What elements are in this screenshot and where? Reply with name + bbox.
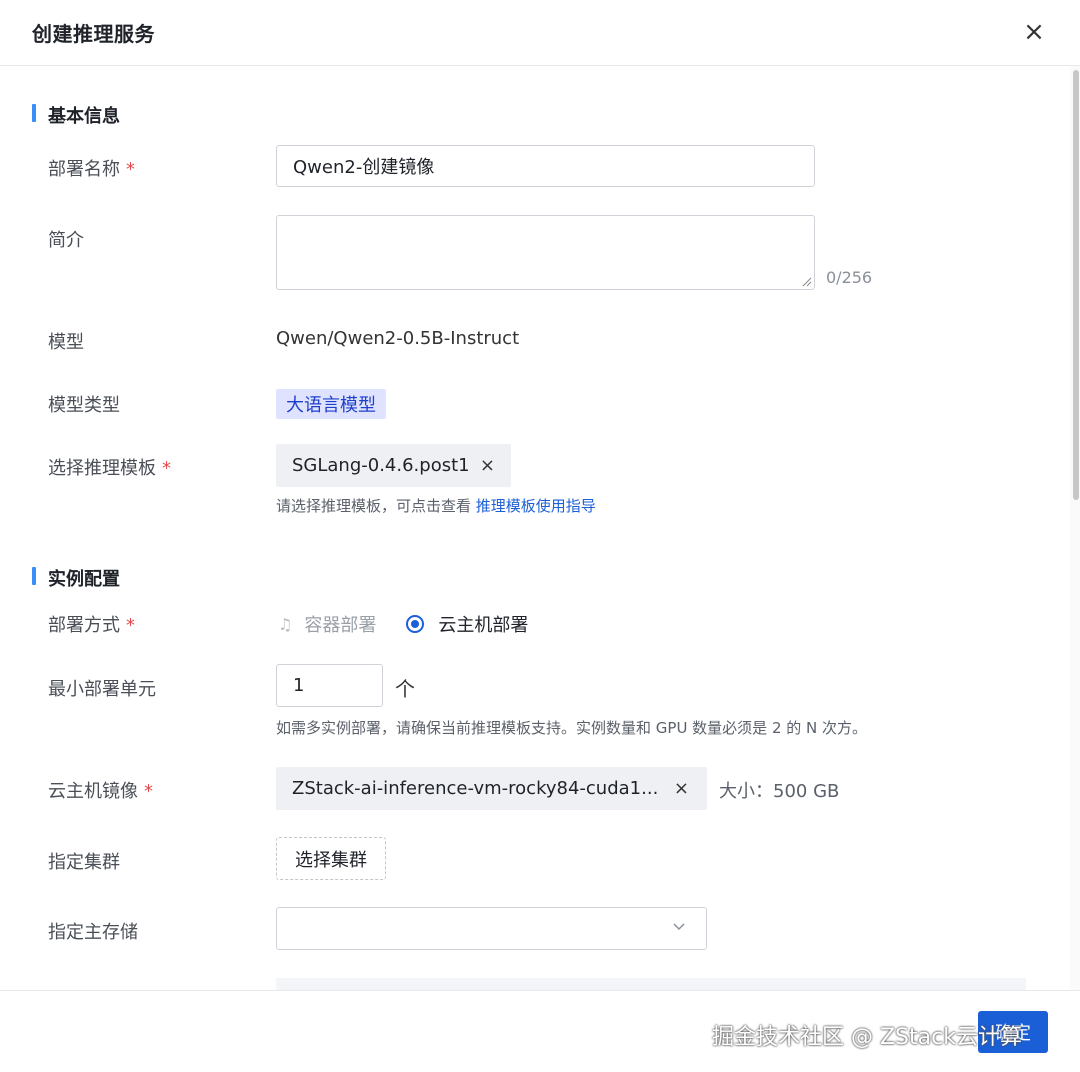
close-icon[interactable]: × <box>1020 16 1048 48</box>
vm-image-label: 云主机镜像 * <box>48 777 153 803</box>
next-field-partial <box>276 978 1026 990</box>
min-unit-suffix: 个 <box>395 677 415 701</box>
template-hint: 请选择推理模板，可点击查看 推理模板使用指导 <box>276 495 596 516</box>
deploy-method-radio-group: ♫ 容器部署 云主机部署 <box>278 611 528 637</box>
chevron-down-icon <box>672 918 686 937</box>
radio-container-label: 容器部署 <box>304 615 377 636</box>
template-hint-text: 请选择推理模板，可点击查看 <box>276 497 472 515</box>
min-unit-input[interactable]: 1 <box>276 664 383 707</box>
required-mark: * <box>144 781 153 802</box>
required-mark: * <box>126 159 135 180</box>
vm-image-size: 大小：500 GB <box>719 781 840 802</box>
model-type-tag: 大语言模型 <box>276 389 386 419</box>
model-label: 模型 <box>48 332 84 353</box>
model-type-label: 模型类型 <box>48 395 120 416</box>
select-cluster-button[interactable]: 选择集群 <box>276 837 386 880</box>
model-value: Qwen/Qwen2-0.5B-Instruct <box>276 328 520 349</box>
vm-image-label-text: 云主机镜像 <box>48 781 138 802</box>
container-icon: ♫ <box>278 614 293 634</box>
template-label-text: 选择推理模板 <box>48 458 156 479</box>
intro-textarea[interactable] <box>276 215 815 290</box>
vm-image-value: ZStack-ai-inference-vm-rocky84-cuda1... <box>292 778 659 799</box>
deploy-name-label-text: 部署名称 <box>48 159 120 180</box>
template-label: 选择推理模板 * <box>48 454 171 480</box>
watermark-text: 掘金技术社区 @ ZStack云计算 <box>712 1025 1022 1050</box>
primary-storage-select[interactable] <box>276 907 707 950</box>
intro-char-counter: 0/256 <box>826 268 873 287</box>
cluster-label: 指定集群 <box>48 852 120 873</box>
scrollbar-thumb[interactable] <box>1073 70 1079 500</box>
section-basic-info-title: 基本信息 <box>32 102 120 128</box>
radio-vm-deploy[interactable]: 云主机部署 <box>406 611 528 637</box>
deploy-method-label: 部署方式 * <box>48 611 135 637</box>
remove-icon[interactable]: × <box>480 455 495 476</box>
deploy-name-input[interactable]: Qwen2-创建镜像 <box>276 145 815 187</box>
section-instance-config-title: 实例配置 <box>32 565 120 591</box>
dialog-footer: 确定 掘金技术社区 @ ZStack云计算 <box>0 990 1080 1072</box>
deploy-name-label: 部署名称 * <box>48 155 135 181</box>
radio-vm-label: 云主机部署 <box>438 615 529 636</box>
deploy-name-value: Qwen2-创建镜像 <box>293 157 435 178</box>
required-mark: * <box>126 615 135 636</box>
dialog-title: 创建推理服务 <box>32 22 155 46</box>
vm-image-select[interactable]: ZStack-ai-inference-vm-rocky84-cuda1... … <box>276 767 707 810</box>
primary-storage-label: 指定主存储 <box>48 922 138 943</box>
min-unit-label: 最小部署单元 <box>48 679 156 700</box>
intro-label: 简介 <box>48 230 84 251</box>
min-unit-value: 1 <box>293 675 305 696</box>
radio-selected-icon <box>406 615 425 633</box>
resize-grip-icon[interactable] <box>802 277 812 287</box>
required-mark: * <box>162 458 171 479</box>
min-unit-hint: 如需多实例部署，请确保当前推理模板支持。实例数量和 GPU 数量必须是 2 的 … <box>276 719 868 737</box>
deploy-method-label-text: 部署方式 <box>48 615 120 636</box>
remove-icon[interactable]: × <box>674 778 689 799</box>
radio-container-deploy[interactable]: ♫ 容器部署 <box>278 611 376 637</box>
template-select[interactable]: SGLang-0.4.6.post1 × <box>276 444 511 487</box>
template-value: SGLang-0.4.6.post1 <box>292 455 470 476</box>
create-inference-service-dialog: 创建推理服务 × 基本信息 部署名称 * Qwen2-创建镜像 简介 0/256 … <box>0 0 1080 1072</box>
template-guide-link[interactable]: 推理模板使用指导 <box>476 497 596 515</box>
dialog-header: 创建推理服务 × <box>0 0 1080 66</box>
